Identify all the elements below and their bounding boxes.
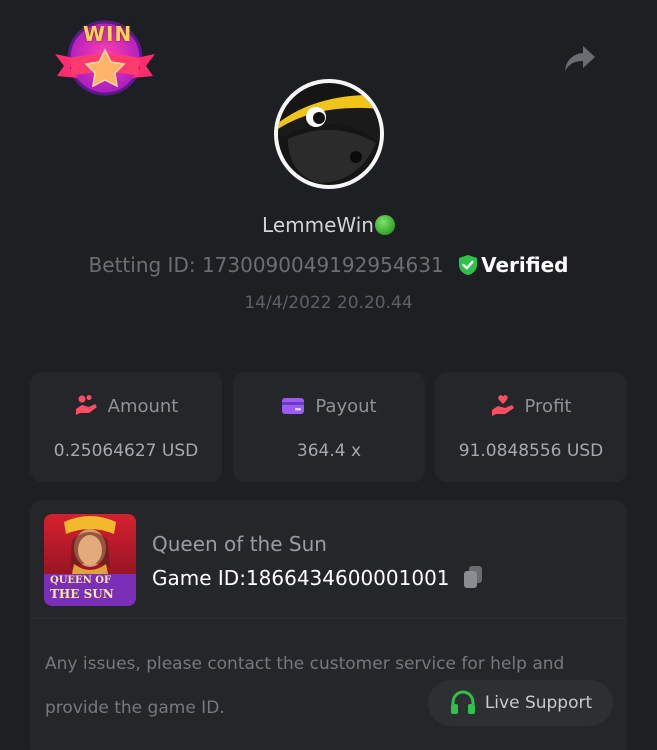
avatar	[274, 79, 384, 189]
verified-label: Verified	[481, 253, 569, 277]
game-card: QUEEN OF THE SUN Queen of the Sun Game I…	[30, 500, 627, 750]
divider	[30, 618, 627, 619]
game-title: Queen of the Sun	[152, 532, 327, 556]
payout-card: Payout 364.4 x	[233, 372, 425, 482]
username-row: LemmeWin	[0, 210, 657, 240]
profit-label-row: Profit	[435, 394, 627, 420]
headset-icon	[450, 690, 475, 714]
win-badge-text: WIN	[83, 22, 133, 46]
live-support-button[interactable]: Live Support	[428, 680, 613, 726]
win-badge-logo: WIN	[52, 20, 158, 98]
game-thumbnail[interactable]: QUEEN OF THE SUN	[44, 514, 136, 606]
profit-label: Profit	[524, 396, 572, 417]
payout-value: 364.4 x	[296, 441, 362, 461]
betting-id-value: 173009004919295​4631	[201, 253, 444, 277]
betting-id-row: Betting ID: 173009004919295​4631 Verifie…	[0, 250, 657, 280]
share-arrow-icon	[565, 46, 595, 71]
verified-shield-icon	[459, 255, 478, 275]
thumbnail-text-line2: THE SUN	[50, 587, 114, 601]
thumbnail-text-line1: QUEEN OF	[50, 575, 112, 586]
game-id-label: Game ID:	[152, 566, 246, 590]
amount-value: 0.25064627 USD	[53, 441, 199, 461]
payout-label: Payout	[315, 396, 377, 417]
copy-icon[interactable]	[462, 565, 484, 589]
hand-heart-icon	[491, 395, 514, 416]
game-id-value: 1866434600001001	[245, 566, 450, 590]
profit-value: 91.0848556 USD	[458, 441, 604, 461]
username: LemmeWin	[262, 213, 374, 237]
payout-label-row: Payout	[233, 394, 425, 420]
live-support-label: Live Support	[484, 693, 593, 713]
amount-label-row: Amount	[30, 394, 222, 420]
wallet-card-icon	[282, 398, 305, 414]
bet-timestamp: 14/4/2022 20.20.44	[244, 293, 413, 313]
amount-card: Amount 0.25064627 USD	[30, 372, 222, 482]
betting-id-label: Betting ID:	[88, 253, 196, 277]
profit-card: Profit 91.0848556 USD	[435, 372, 627, 482]
amount-label: Amount	[107, 396, 179, 417]
hand-coins-icon	[75, 395, 97, 415]
game-id-row: Game ID:1866434600001001	[152, 564, 484, 592]
share-button[interactable]	[563, 42, 597, 74]
online-status-icon	[374, 215, 395, 235]
